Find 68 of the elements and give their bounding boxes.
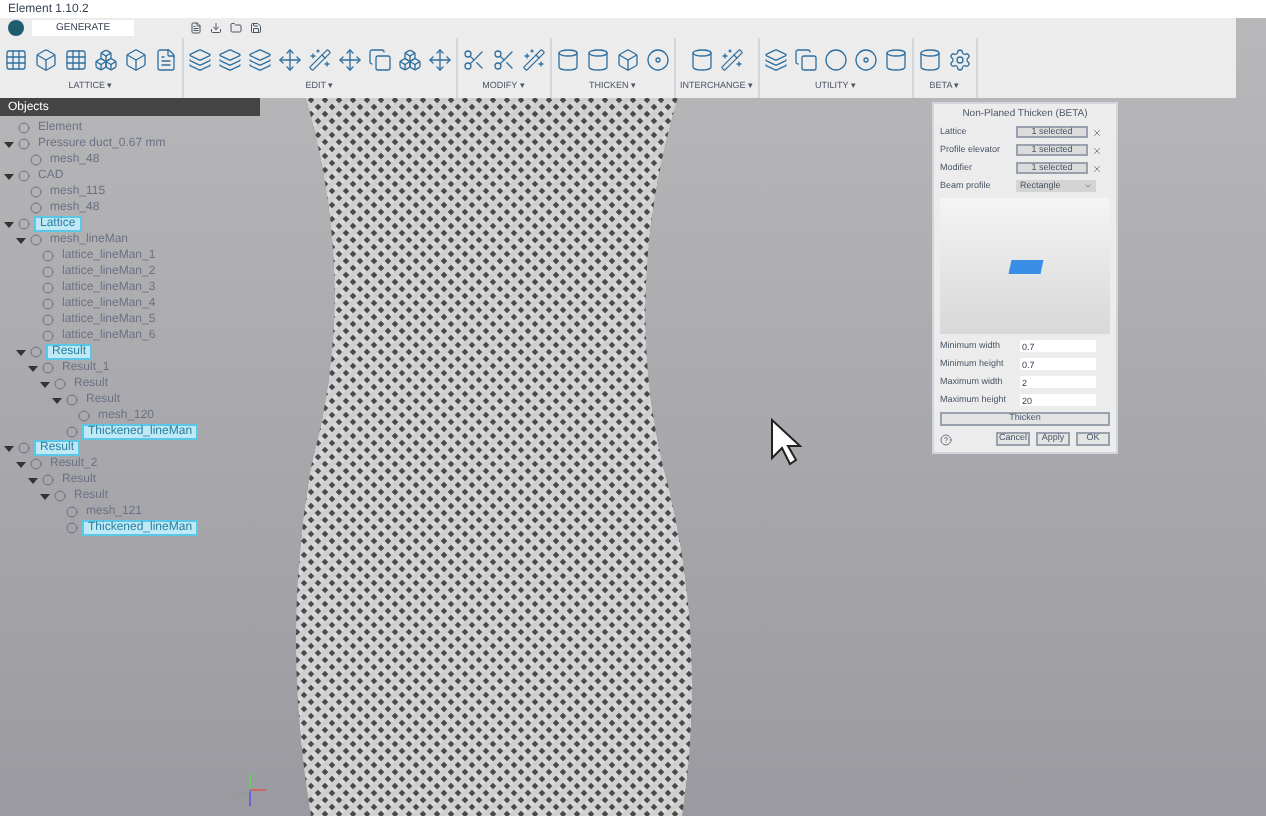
import-icon[interactable]	[210, 22, 223, 34]
tool-icon[interactable]	[918, 48, 943, 72]
node-icon	[30, 186, 42, 198]
tool-icon[interactable]	[188, 48, 212, 72]
tool-icon[interactable]	[884, 48, 909, 72]
node-icon	[30, 346, 42, 358]
node-icon	[30, 234, 42, 246]
tool-icon[interactable]	[398, 48, 422, 72]
tool-icon[interactable]	[368, 48, 392, 72]
tool-icon[interactable]	[764, 48, 789, 72]
tool-icon[interactable]	[94, 48, 118, 72]
tool-icon[interactable]	[248, 48, 272, 72]
node-icon	[42, 266, 54, 278]
node-icon	[54, 378, 66, 390]
node-icon	[18, 442, 30, 454]
axis-triad-icon	[234, 774, 266, 806]
node-icon	[30, 154, 42, 166]
node-icon	[18, 122, 30, 134]
expand-arrow-icon[interactable]	[4, 139, 14, 149]
tool-icon[interactable]	[690, 48, 714, 72]
node-icon	[42, 250, 54, 262]
node-icon	[18, 218, 30, 230]
node-icon	[66, 506, 78, 518]
tool-icon[interactable]	[492, 48, 516, 72]
node-icon	[42, 298, 54, 310]
tool-icon[interactable]	[854, 48, 879, 72]
help-icon[interactable]	[940, 433, 952, 445]
tool-icon[interactable]	[64, 48, 88, 72]
tool-icon[interactable]	[824, 48, 849, 72]
node-icon	[66, 394, 78, 406]
expand-arrow-icon[interactable]	[4, 171, 14, 181]
folder-icon[interactable]	[230, 22, 243, 34]
tool-icon[interactable]	[154, 48, 178, 72]
tool-icon[interactable]	[34, 48, 58, 72]
tool-icon[interactable]	[646, 48, 670, 72]
app-logo-icon	[8, 20, 24, 36]
tool-icon[interactable]	[124, 48, 148, 72]
tool-icon[interactable]	[428, 48, 452, 72]
node-icon	[30, 458, 42, 470]
node-icon	[30, 202, 42, 214]
profile-shape-icon	[1007, 259, 1043, 273]
tool-icon[interactable]	[522, 48, 546, 72]
save-icon[interactable]	[250, 22, 263, 34]
tool-icon[interactable]	[556, 48, 580, 72]
node-icon	[42, 362, 54, 374]
tool-icon[interactable]	[462, 48, 486, 72]
node-icon	[18, 138, 30, 150]
node-icon	[66, 426, 78, 438]
node-icon	[78, 410, 90, 422]
tool-icon[interactable]	[948, 48, 973, 72]
tool-icon[interactable]	[586, 48, 610, 72]
tool-icon[interactable]	[794, 48, 819, 72]
node-icon	[42, 474, 54, 486]
new-file-icon[interactable]	[190, 22, 203, 34]
tool-icon[interactable]	[616, 48, 640, 72]
node-icon	[42, 330, 54, 342]
node-icon	[54, 490, 66, 502]
tool-icon[interactable]	[218, 48, 242, 72]
node-icon	[42, 282, 54, 294]
tool-icon[interactable]	[720, 48, 744, 72]
tool-icon[interactable]	[278, 48, 302, 72]
mouse-cursor-icon	[770, 418, 802, 466]
tool-icon[interactable]	[338, 48, 362, 72]
node-icon	[18, 170, 30, 182]
node-icon	[66, 522, 78, 534]
node-icon	[42, 314, 54, 326]
tool-icon[interactable]	[4, 48, 28, 72]
tool-icon[interactable]	[308, 48, 332, 72]
